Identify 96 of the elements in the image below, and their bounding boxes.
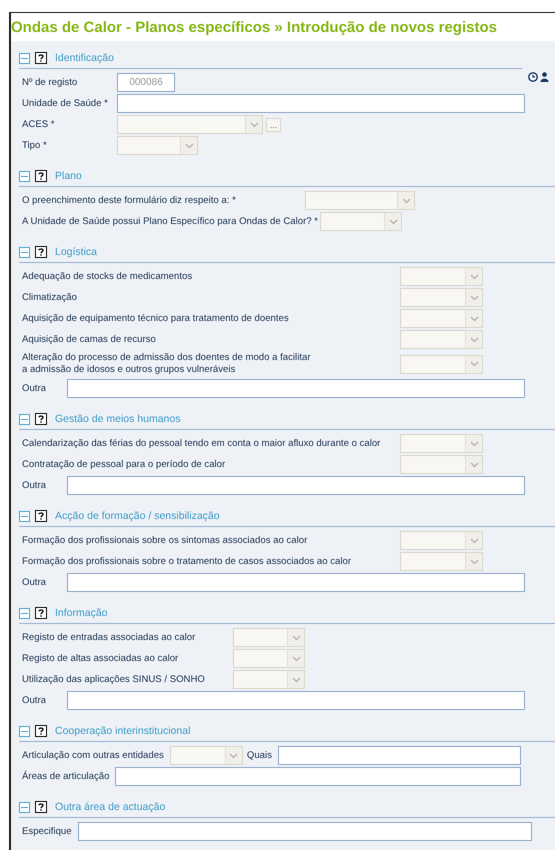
field-label: Nº de registo [22,76,78,88]
field-label: Aquisição de equipamento técnico para tratamento de doentes [22,312,290,324]
section-title: Outra área de actuação [55,801,166,813]
help-icon[interactable] [35,170,47,182]
chevron-icon [184,142,194,148]
chevron-icon [470,361,478,367]
collapse-button[interactable] [19,510,30,522]
page-title: Ondas de Calor - Planos específicos » Introdução de novos registos [11,18,498,38]
dropdown[interactable] [117,136,198,155]
collapse-button[interactable] [19,802,30,812]
chevron-icon [292,676,300,682]
text-field[interactable] [67,476,525,495]
chevron-icon [229,752,238,758]
chevron-icon [470,440,478,446]
dropdown[interactable] [400,434,483,453]
dropdown[interactable] [305,191,415,210]
section-title: Cooperação interinstitucional [55,725,190,737]
field-label: A Unidade de Saúde possui Plano Específico para Ondas de Calor? * [22,216,320,228]
field-label: Adequação de stocks de medicamentos [22,270,194,282]
section-title: Identificação [55,52,114,64]
text-field[interactable] [115,767,521,786]
field-label: Articulação com outras entidades [22,750,165,762]
field-label: ACES * [22,118,56,130]
dropdown[interactable] [233,670,305,689]
chevron-icon [470,274,478,280]
field-label: Contratação de pessoal para o período de calor [22,458,226,470]
dropdown[interactable] [400,309,483,328]
field-label: Formação dos profissionais sobre os sintomas associados ao calor [22,534,308,546]
dropdown[interactable] [400,455,483,474]
collapse-button[interactable] [19,608,30,618]
help-icon[interactable] [35,246,47,258]
dropdown[interactable] [233,628,305,647]
section-title: Acção de formação / sensibilização [55,510,220,522]
text-field[interactable] [78,822,532,841]
chevron-icon [470,336,478,342]
field-label: Alteração do processo de admissão dos doentes de modo a facilitar a admissão de idosos e outros grupos vulneráveis [22,351,312,377]
field-label: Utilização das aplicações SINUS / SONHO [22,674,206,686]
field-label: Tipo * [22,140,48,152]
chevron-icon [292,634,300,640]
section-title: Plano [55,170,82,182]
field-label: Especifique [22,826,73,838]
help-icon[interactable] [35,413,47,425]
dropdown[interactable] [233,649,305,668]
dropdown[interactable] [400,267,483,286]
help-icon[interactable] [35,52,47,64]
field-label: Aquisição de camas de recurso [22,334,157,346]
field-label: Climatização [22,292,78,304]
chevron-icon [292,656,300,662]
section-title: Gestão de meios humanos [55,413,180,425]
text-field[interactable] [67,573,525,592]
history-icon[interactable] [528,72,538,82]
field-label: Áreas de articulação [22,770,110,782]
field-label: Outra [22,480,47,492]
field-label: Registo de altas associadas ao calor [22,652,180,664]
chevron-icon [470,538,478,544]
dropdown[interactable] [400,354,483,374]
field-label: Quais [246,750,273,762]
chevron-icon [388,218,398,224]
collapse-button[interactable] [19,414,30,424]
chevron-icon [402,198,410,204]
help-icon[interactable] [35,510,47,522]
field-label: Calendarização das férias do pessoal tendo em conta o maior afluxo durante o calor [22,438,382,450]
chevron-icon [470,558,478,564]
text-field[interactable] [67,691,525,710]
dropdown[interactable] [117,115,263,134]
collapse-button[interactable] [19,246,30,258]
field-label: Unidade de Saúde * [22,98,109,110]
collapse-button[interactable] [19,170,30,182]
browse-button[interactable]: ... [266,118,281,132]
field-label: Outra [22,576,47,588]
dropdown[interactable] [170,746,243,765]
text-field[interactable] [278,746,521,765]
dropdown[interactable] [400,330,483,349]
help-icon[interactable] [35,607,47,619]
help-icon[interactable] [35,725,47,737]
dropdown[interactable] [400,288,483,307]
field-label: O preenchimento deste formulário diz respeito a: * [22,194,237,206]
chevron-icon [470,294,478,300]
field-label: Outra [22,694,47,706]
field-label: Registo de entradas associadas ao calor [22,632,196,644]
dropdown[interactable] [320,212,402,231]
collapse-button[interactable] [19,726,30,736]
field-label: Outra [22,382,47,394]
field-label: Formação dos profissionais sobre o tratamento de casos associados ao calor [22,556,352,568]
collapse-button[interactable] [19,52,30,64]
section-title: Logística [55,246,98,258]
dropdown[interactable] [400,552,483,571]
chevron-icon [250,122,258,128]
section-title: Informação [55,607,108,619]
help-icon[interactable] [35,801,47,813]
chevron-icon [470,316,478,322]
dropdown[interactable] [400,531,483,550]
user-icon[interactable] [540,72,549,82]
chevron-icon [470,462,478,468]
text-field[interactable] [67,379,525,398]
text-field[interactable] [117,94,525,113]
